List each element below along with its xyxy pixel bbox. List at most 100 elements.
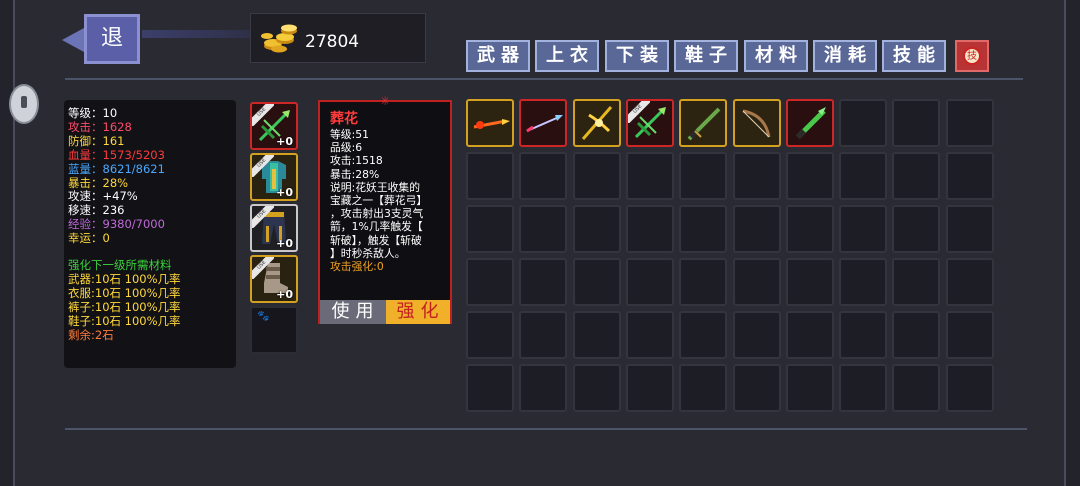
- tab-top[interactable]: 上衣: [535, 40, 599, 72]
- inventory-slot[interactable]: [892, 311, 940, 359]
- inventory-slot[interactable]: [733, 258, 781, 306]
- tab-bottom[interactable]: 下装: [605, 40, 669, 72]
- inventory-slot[interactable]: [573, 99, 621, 147]
- inventory-slot[interactable]: [573, 152, 621, 200]
- inventory-slot[interactable]: [466, 205, 514, 253]
- inventory-slot[interactable]: [466, 364, 514, 412]
- inventory-slot[interactable]: [573, 258, 621, 306]
- inventory-slot[interactable]: [733, 99, 781, 147]
- inventory-slot[interactable]: [573, 311, 621, 359]
- stat-level: 等级：10: [68, 106, 118, 120]
- inventory-slot[interactable]: [573, 364, 621, 412]
- inventory-slot[interactable]: [892, 364, 940, 412]
- inventory-slot[interactable]: [786, 99, 834, 147]
- inventory-slot[interactable]: [519, 258, 567, 306]
- inventory-slot[interactable]: [733, 152, 781, 200]
- equip-slot-weapon[interactable]: USE +0: [250, 102, 298, 150]
- jade-blade-icon: [796, 107, 826, 139]
- inventory-slot[interactable]: [733, 205, 781, 253]
- strengthen-button[interactable]: 强化: [386, 300, 450, 324]
- inventory-slot[interactable]: [786, 364, 834, 412]
- inventory-slot[interactable]: [466, 258, 514, 306]
- inventory-slot[interactable]: [892, 205, 940, 253]
- inventory-slot[interactable]: [519, 205, 567, 253]
- item-tooltip: ✳ 葬花 等级:51 品级:6 攻击:1518 暴击:28% 说明:花妖王收集的…: [318, 94, 452, 324]
- inventory-slot[interactable]: [626, 311, 674, 359]
- inventory-slot[interactable]: [733, 364, 781, 412]
- inventory-slot[interactable]: [519, 311, 567, 359]
- use-tag: USE: [252, 155, 274, 177]
- inventory-slot[interactable]: [946, 152, 994, 200]
- inventory-slot[interactable]: [626, 205, 674, 253]
- stat-defense: 防御：161: [68, 133, 125, 148]
- inventory-slot[interactable]: [786, 205, 834, 253]
- fire-arrow-icon: [473, 119, 510, 129]
- upgrade-title: 强化下一级所需材料: [68, 258, 172, 273]
- inventory-slot[interactable]: [946, 258, 994, 306]
- equip-slot-pants[interactable]: USE +0: [250, 204, 298, 252]
- inventory-slot[interactable]: [626, 258, 674, 306]
- inventory-slot[interactable]: [679, 205, 727, 253]
- inventory-slot[interactable]: [466, 311, 514, 359]
- inventory-slot[interactable]: [786, 152, 834, 200]
- inventory-slot[interactable]: [839, 152, 887, 200]
- inventory-slot[interactable]: [892, 258, 940, 306]
- inventory-slot[interactable]: [626, 364, 674, 412]
- stat-attack-speed: 攻速：+47%: [68, 189, 138, 204]
- inventory-slot[interactable]: [892, 99, 940, 147]
- upgrade-pants: 裤子:10石 100%几率: [68, 299, 181, 314]
- inventory-slot[interactable]: [519, 364, 567, 412]
- use-button[interactable]: 使用: [320, 300, 386, 324]
- item-name: 葬花: [330, 111, 358, 127]
- inventory-slot[interactable]: [839, 99, 887, 147]
- back-trail: [142, 30, 252, 38]
- inventory-slot[interactable]: [839, 364, 887, 412]
- tab-skills[interactable]: 技能: [882, 40, 946, 72]
- inventory-slot[interactable]: [786, 258, 834, 306]
- inventory-slot[interactable]: [519, 99, 567, 147]
- gold-display: 27804: [250, 13, 426, 63]
- inventory-slot[interactable]: [466, 152, 514, 200]
- item-enhance: 攻击强化:0: [330, 260, 384, 274]
- inventory-slot[interactable]: [573, 205, 621, 253]
- equip-slot-pet[interactable]: 🐾: [250, 306, 298, 354]
- equip-slot-shoes[interactable]: USE +0: [250, 255, 298, 303]
- inventory-slot[interactable]: [679, 99, 727, 147]
- use-tag: USE: [252, 104, 274, 126]
- skill-refresh-button[interactable]: 技: [955, 40, 989, 72]
- inventory-slot[interactable]: [626, 152, 674, 200]
- inventory-slot[interactable]: [839, 258, 887, 306]
- inventory-slot[interactable]: USE: [626, 99, 674, 147]
- side-handle-icon[interactable]: [9, 84, 39, 124]
- inventory-slot[interactable]: [679, 364, 727, 412]
- inventory-slot[interactable]: [519, 152, 567, 200]
- inventory-slot[interactable]: [839, 205, 887, 253]
- inventory-slot[interactable]: [946, 311, 994, 359]
- item-desc-line: 宝藏之一【葬花弓】: [330, 194, 428, 208]
- item-level: 等级:51: [330, 128, 369, 141]
- item-desc-line: 箭，1%几率触发【: [330, 220, 423, 234]
- inventory-slot[interactable]: [946, 205, 994, 253]
- item-details: 等级:51 品级:6 攻击:1518 暴击:28% 说明:花妖王收集的 宝藏之一…: [330, 128, 448, 273]
- ice-arrow-icon: [526, 115, 563, 133]
- inventory-slot[interactable]: [946, 99, 994, 147]
- tab-weapon[interactable]: 武器: [466, 40, 530, 72]
- inventory-slot[interactable]: [679, 311, 727, 359]
- gold-coins-icon: [261, 24, 297, 53]
- inventory-slot[interactable]: [733, 311, 781, 359]
- inventory-slot[interactable]: [786, 311, 834, 359]
- back-button[interactable]: 退: [62, 12, 142, 68]
- tab-consumables[interactable]: 消耗: [813, 40, 877, 72]
- inventory-slot[interactable]: [892, 152, 940, 200]
- equip-slot-armor[interactable]: USE +0: [250, 153, 298, 201]
- inventory-slot[interactable]: [946, 364, 994, 412]
- tab-shoes[interactable]: 鞋子: [674, 40, 738, 72]
- inventory-slot[interactable]: [466, 99, 514, 147]
- enhance-level: +0: [276, 186, 293, 199]
- inventory-slot[interactable]: [679, 152, 727, 200]
- inventory-slot[interactable]: [839, 311, 887, 359]
- tab-materials[interactable]: 材料: [744, 40, 808, 72]
- inventory-slot[interactable]: [679, 258, 727, 306]
- gold-amount: 27804: [305, 32, 360, 52]
- upgrade-weapon: 武器:10石 100%几率: [68, 271, 181, 286]
